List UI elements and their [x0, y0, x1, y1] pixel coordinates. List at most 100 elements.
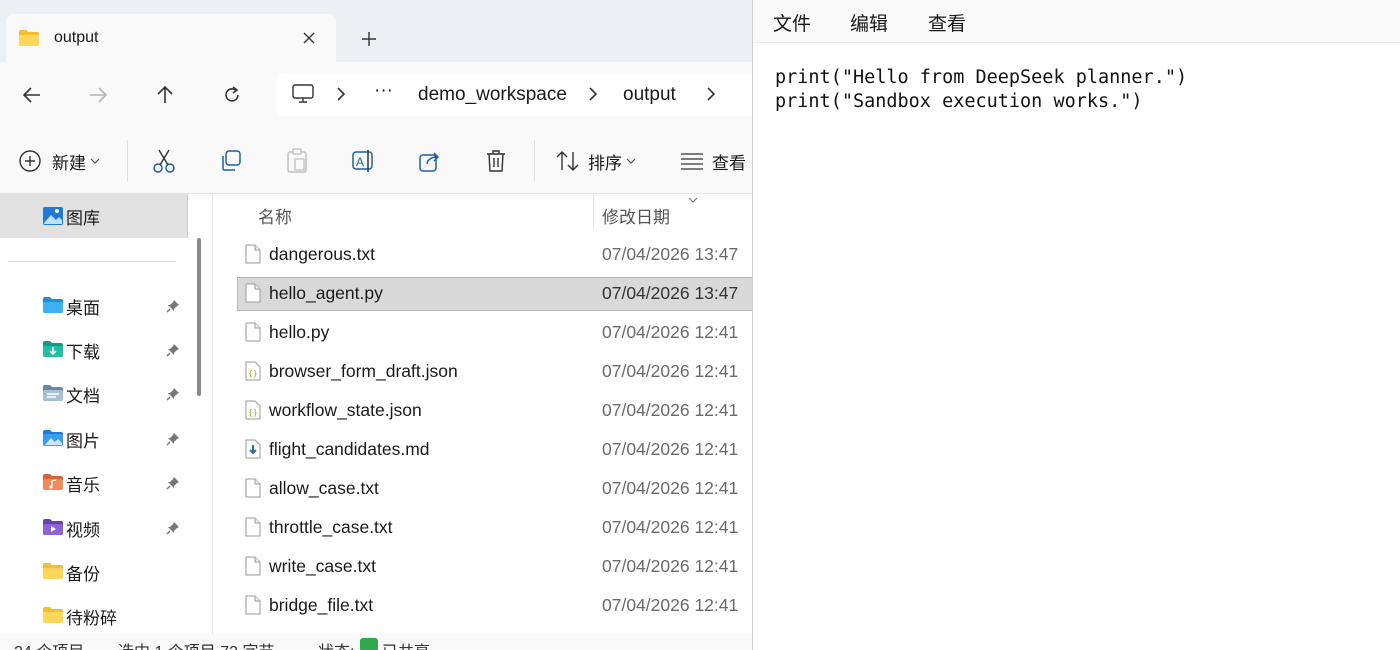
text-file-icon [245, 244, 261, 264]
refresh-icon[interactable] [217, 80, 247, 110]
new-label: 新建 [52, 153, 86, 173]
view-list-icon [681, 153, 703, 170]
plus-circle-icon [19, 150, 41, 172]
new-button[interactable]: 新建 [18, 146, 100, 176]
markdown-file-icon [245, 439, 261, 459]
delete-icon[interactable] [485, 146, 507, 176]
file-date: 07/04/2026 12:41 [602, 517, 739, 537]
sidebar-label: 图片 [66, 431, 100, 451]
rename-icon[interactable]: A [351, 146, 377, 176]
file-row[interactable]: write_case.txt 07/04/2026 12:41 [237, 550, 752, 584]
file-row[interactable]: hello.py 07/04/2026 12:41 [237, 316, 752, 350]
menu-edit[interactable]: 编辑 [850, 9, 888, 36]
file-date: 07/04/2026 12:41 [602, 478, 739, 498]
copy-icon[interactable] [219, 146, 243, 176]
file-name: workflow_state.json [269, 400, 422, 420]
file-name: hello_agent.py [269, 283, 383, 303]
column-header-modified[interactable]: 修改日期 [602, 203, 670, 228]
file-row[interactable]: workflow_state.json 07/04/2026 12:41 [237, 394, 752, 428]
tab-title: output [54, 29, 99, 46]
sidebar-item-desktop[interactable]: 桌面 [0, 284, 188, 328]
sidebar-label: 图库 [66, 208, 100, 228]
separator [127, 140, 128, 182]
sidebar-item-music[interactable]: 音乐 [0, 461, 188, 505]
close-icon[interactable] [298, 27, 320, 49]
pictures-folder-icon [43, 430, 63, 446]
command-bar: 新建 A 排序 查看 [0, 128, 752, 194]
share-icon[interactable] [418, 146, 442, 176]
file-date: 07/04/2026 12:41 [602, 361, 739, 381]
breadcrumb-more[interactable]: ··· [374, 80, 393, 102]
chevron-right-icon [588, 86, 598, 107]
pin-icon[interactable] [166, 521, 180, 535]
view-label: 查看 [712, 153, 746, 173]
file-row-selected[interactable]: hello_agent.py 07/04/2026 13:47 [237, 277, 752, 311]
breadcrumb-item[interactable]: demo_workspace [418, 84, 567, 106]
plus-icon[interactable] [356, 26, 382, 52]
menu-view[interactable]: 查看 [928, 9, 966, 36]
pin-icon[interactable] [166, 299, 180, 313]
videos-folder-icon [43, 519, 63, 535]
downloads-folder-icon [43, 341, 63, 357]
tab-output[interactable]: output [6, 14, 336, 62]
pin-icon[interactable] [166, 343, 180, 357]
file-row[interactable]: allow_case.txt 07/04/2026 12:41 [237, 472, 752, 506]
sidebar-item-to-shred[interactable]: 待粉碎 [0, 594, 188, 638]
pin-icon[interactable] [166, 432, 180, 446]
sidebar-item-pictures[interactable]: 图片 [0, 417, 188, 461]
status-bar: 24 个项目 选中 1 个项目 73 字节 状态: 已共享 [0, 634, 752, 650]
file-date: 07/04/2026 12:41 [602, 322, 739, 342]
arrow-right-icon[interactable] [83, 80, 113, 110]
sidebar-label: 待粉碎 [66, 608, 117, 628]
code-line: print("Hello from DeepSeek planner.") [775, 67, 1188, 88]
file-row[interactable]: flight_candidates.md 07/04/2026 12:41 [237, 433, 752, 467]
address-bar[interactable]: ··· demo_workspace output [276, 74, 752, 116]
menu-file[interactable]: 文件 [773, 9, 811, 36]
column-header-name[interactable]: 名称 [258, 203, 292, 228]
chevron-down-icon [90, 158, 100, 164]
svg-text:A: A [356, 155, 364, 169]
view-button[interactable]: 查看 [680, 146, 746, 176]
arrow-up-icon[interactable] [150, 80, 180, 110]
pin-icon[interactable] [166, 387, 180, 401]
file-date: 07/04/2026 12:41 [602, 595, 739, 615]
pin-icon[interactable] [166, 476, 180, 490]
sidebar-item-backup[interactable]: 备份 [0, 550, 188, 594]
sidebar-label: 文档 [66, 386, 100, 406]
music-folder-icon [43, 474, 63, 490]
file-name: flight_candidates.md [269, 439, 430, 459]
file-row[interactable]: browser_form_draft.json 07/04/2026 12:41 [237, 355, 752, 389]
sort-button[interactable]: 排序 [556, 146, 636, 176]
text-editor[interactable]: print("Hello from DeepSeek planner.") pri… [775, 66, 1187, 114]
computer-icon [292, 84, 314, 109]
breadcrumb-item[interactable]: output [623, 84, 676, 106]
sort-icon [556, 151, 579, 171]
sort-label: 排序 [588, 153, 622, 173]
sidebar-scrollbar[interactable] [197, 238, 201, 396]
gallery-icon [43, 207, 63, 225]
json-file-icon [245, 361, 261, 381]
sidebar-label: 桌面 [66, 298, 100, 318]
sidebar-label: 视频 [66, 520, 100, 540]
sidebar-item-downloads[interactable]: 下载 [0, 328, 188, 372]
file-row[interactable]: dangerous.txt 07/04/2026 13:47 [237, 238, 752, 272]
json-file-icon [245, 400, 261, 420]
navigation-pane: 图库 桌面 下载 文档 图片 音乐 视频 备份 待粉碎 [0, 194, 200, 634]
file-row[interactable]: bridge_file.txt 07/04/2026 12:41 [237, 589, 752, 623]
file-explorer-window: output ··· demo_workspace output 新建 A 排序… [0, 0, 752, 650]
file-row[interactable]: throttle_case.txt 07/04/2026 12:41 [237, 511, 752, 545]
sidebar-item-videos[interactable]: 视频 [0, 506, 188, 550]
item-count: 24 个项目 [14, 638, 84, 650]
cut-icon[interactable] [152, 146, 176, 176]
arrow-left-icon[interactable] [17, 80, 47, 110]
column-separator[interactable] [593, 194, 594, 230]
sidebar-item-gallery[interactable]: 图库 [0, 194, 188, 238]
file-name: dangerous.txt [269, 244, 376, 264]
chevron-right-icon [336, 86, 346, 107]
divider [8, 261, 176, 262]
paste-icon[interactable] [285, 146, 309, 176]
text-file-icon [245, 478, 261, 498]
file-date: 07/04/2026 12:41 [602, 556, 739, 576]
file-name: hello.py [269, 322, 330, 342]
sidebar-item-documents[interactable]: 文档 [0, 372, 188, 416]
